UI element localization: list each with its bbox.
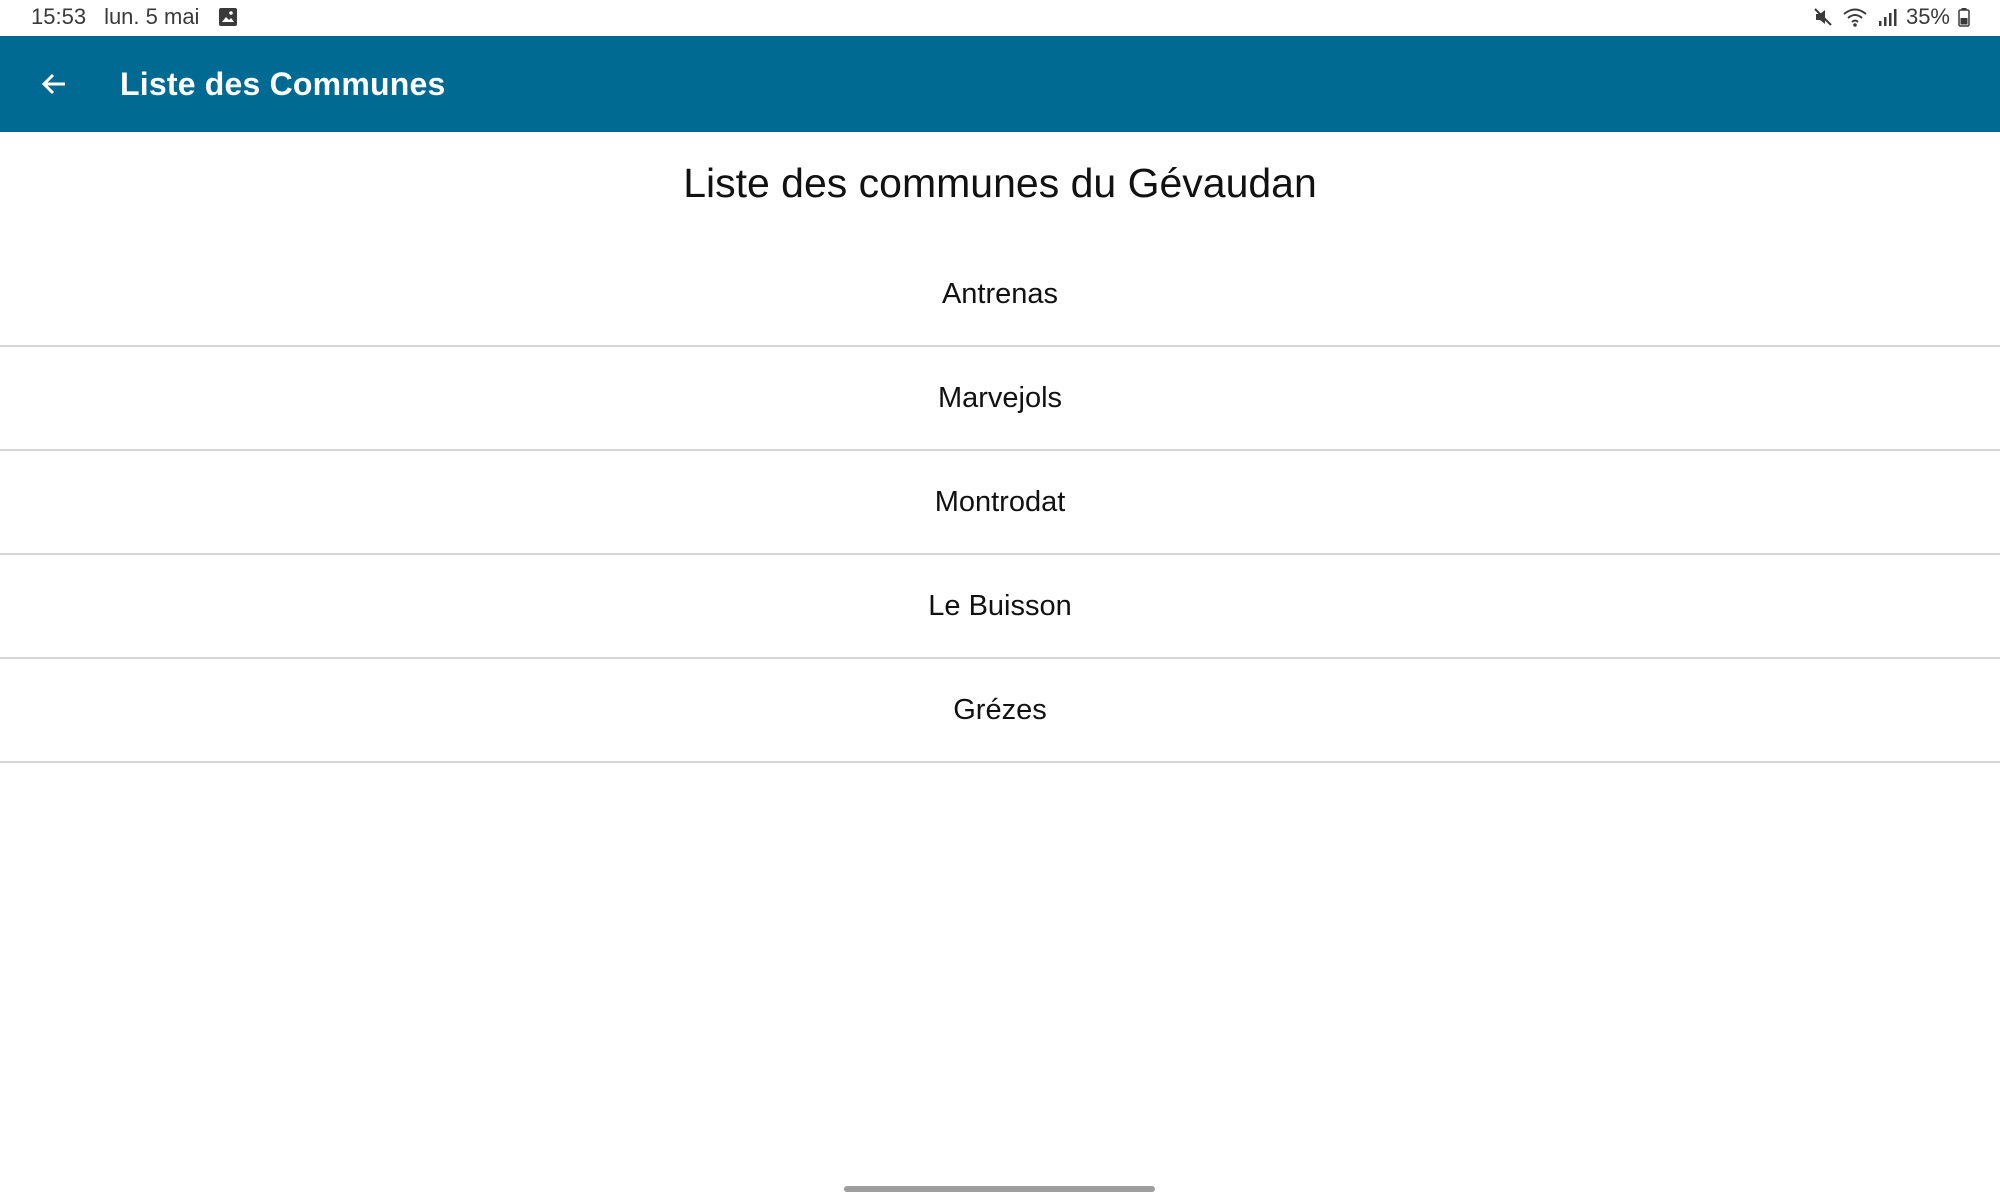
battery-percent: 35% <box>1905 4 1950 29</box>
list-item[interactable]: Le Buisson <box>0 555 2000 659</box>
wifi-icon <box>1842 6 1868 28</box>
commune-name: Grézes <box>953 693 1047 726</box>
arrow-left-icon <box>39 69 69 99</box>
list-item[interactable]: Antrenas <box>0 243 2000 347</box>
commune-name: Montrodat <box>934 485 1066 518</box>
status-date: lun. 5 mai <box>104 4 200 29</box>
back-button[interactable] <box>24 54 84 114</box>
list-item[interactable]: Grézes <box>0 659 2000 763</box>
list-item[interactable]: Montrodat <box>0 451 2000 555</box>
app-bar-title: Liste des Communes <box>120 65 446 102</box>
status-time: 15:53 <box>31 4 87 29</box>
status-left: 15:53 lun. 5 mai <box>31 4 239 30</box>
status-right: 35% <box>1812 4 1970 30</box>
battery-icon <box>1958 6 1970 28</box>
page-title: Liste des communes du Gévaudan <box>683 160 1317 206</box>
commune-list: Antrenas Marvejols Montrodat Le Buisson … <box>0 243 2000 763</box>
list-item[interactable]: Marvejols <box>0 347 2000 451</box>
signal-icon <box>1876 6 1898 28</box>
gallery-notification-icon <box>217 6 239 28</box>
home-indicator[interactable] <box>844 1186 1155 1192</box>
app-screen: 15:53 lun. 5 mai 35% Liste des Communes … <box>0 0 2000 1200</box>
commune-name: Antrenas <box>941 277 1059 310</box>
commune-name: Marvejols <box>937 381 1063 414</box>
status-bar: 15:53 lun. 5 mai 35% <box>0 0 2000 36</box>
commune-name: Le Buisson <box>928 589 1072 622</box>
mute-icon <box>1812 6 1834 28</box>
app-bar: Liste des Communes <box>0 36 2000 132</box>
